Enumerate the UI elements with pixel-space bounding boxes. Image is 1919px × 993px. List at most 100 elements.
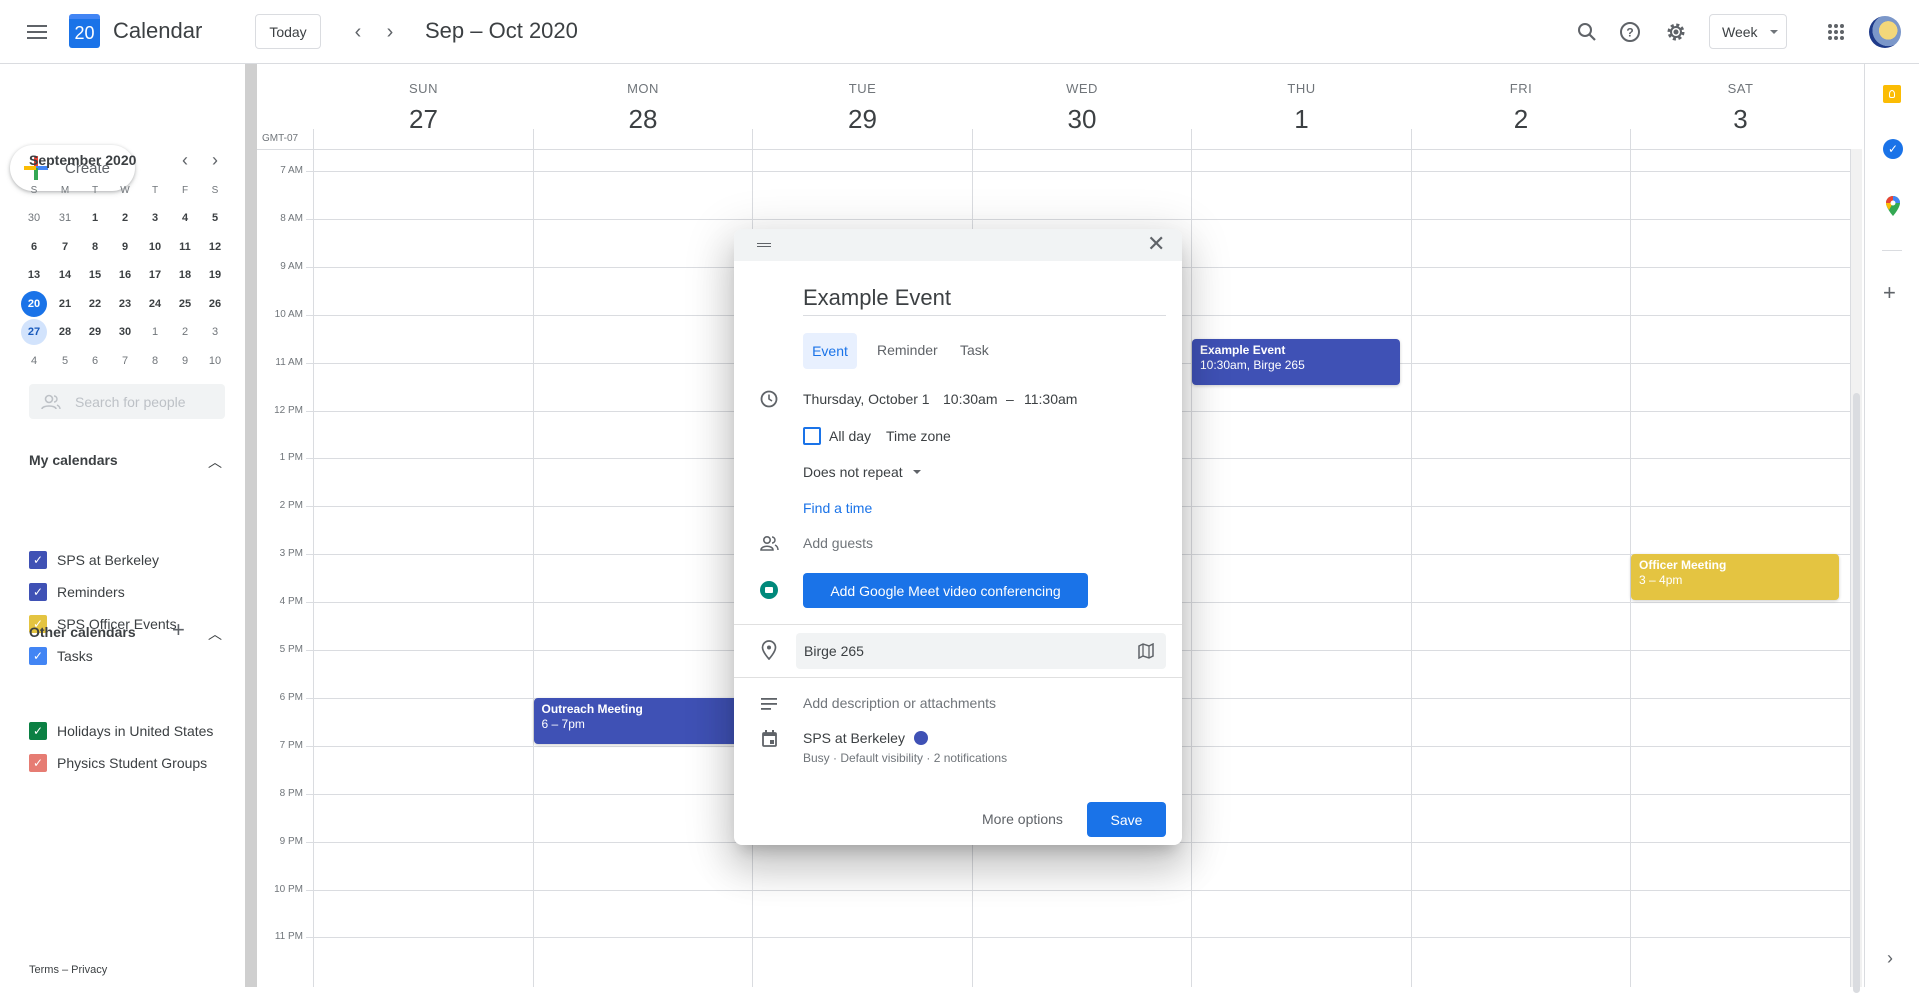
checkbox-check-icon[interactable]: ✓ [29,583,47,601]
mini-day[interactable]: 8 [82,234,108,260]
prev-week-chevron-icon[interactable]: ‹ [344,18,372,46]
grid-scrollbar[interactable] [1851,149,1862,993]
day-number[interactable]: 29 [753,104,972,135]
mini-day[interactable]: 3 [142,205,168,231]
close-icon[interactable]: ✕ [1147,231,1165,257]
mini-day[interactable]: 19 [202,262,228,288]
add-guests-input[interactable]: Add guests [803,535,873,551]
all-day-checkbox[interactable] [803,427,821,445]
calendar-item[interactable]: ✓ Physics Student Groups [29,754,207,772]
day-number[interactable]: 3 [1631,104,1850,135]
event-date[interactable]: Thursday, October 1 [803,391,930,407]
mini-day[interactable]: 5 [202,205,228,231]
event-chip[interactable]: Outreach Meeting 6 – 7pm [533,697,741,744]
mini-day[interactable]: 17 [142,262,168,288]
map-icon[interactable] [1138,643,1154,659]
repeat-dropdown[interactable]: Does not repeat [803,464,921,480]
checkbox-check-icon[interactable]: ✓ [29,551,47,569]
end-time[interactable]: 11:30am [1024,391,1077,407]
next-week-chevron-icon[interactable]: › [376,18,404,46]
help-icon[interactable]: ? [1616,18,1644,46]
apps-icon[interactable] [1822,18,1850,46]
mini-day[interactable]: 3 [202,319,228,345]
other-calendars-collapse-icon[interactable]: ︿ [208,624,222,644]
mini-day[interactable]: 15 [82,262,108,288]
keep-icon[interactable] [1883,85,1901,103]
mini-day[interactable]: 7 [112,348,138,374]
mini-day[interactable]: 27 [21,319,47,345]
mini-day[interactable]: 10 [142,234,168,260]
time-zone-button[interactable]: Time zone [886,428,951,444]
mini-day[interactable]: 13 [21,262,47,288]
expand-panel-chevron-icon[interactable]: › [1887,948,1893,969]
today-button[interactable]: Today [255,14,321,49]
avatar[interactable] [1869,16,1901,48]
calendar-item[interactable]: ✓ Tasks [29,647,93,665]
mini-day[interactable]: 4 [172,205,198,231]
calendar-details[interactable]: Busy · Default visibility · 2 notificati… [803,751,1007,765]
my-calendars-heading[interactable]: My calendars [29,452,118,468]
day-number[interactable]: 1 [1192,104,1411,135]
add-calendar-plus-icon[interactable]: + [172,617,185,643]
start-time[interactable]: 10:30am [943,391,997,407]
view-select[interactable]: Week [1709,14,1787,49]
mini-day[interactable]: 9 [172,348,198,374]
calendar-item[interactable]: ✓ Holidays in United States [29,722,213,740]
terms-privacy-link[interactable]: Terms – Privacy [29,964,107,976]
checkbox-check-icon[interactable]: ✓ [29,754,47,772]
menu-icon[interactable] [22,17,52,47]
other-calendars-heading[interactable]: Other calendars [29,624,136,640]
mini-day[interactable]: 21 [52,291,78,317]
checkbox-check-icon[interactable]: ✓ [29,647,47,665]
checkbox-check-icon[interactable]: ✓ [29,722,47,740]
event-title-input[interactable]: Example Event [803,285,1166,316]
mini-day[interactable]: 22 [82,291,108,317]
mini-day[interactable]: 2 [112,205,138,231]
add-meet-button[interactable]: Add Google Meet video conferencing [803,573,1088,608]
day-number[interactable]: 2 [1412,104,1631,135]
mini-day[interactable]: 7 [52,234,78,260]
drag-handle-icon[interactable] [757,243,771,247]
mini-day[interactable]: 5 [52,348,78,374]
get-addons-plus-icon[interactable]: + [1883,280,1896,306]
mini-day[interactable]: 30 [21,205,47,231]
find-a-time-link[interactable]: Find a time [803,500,872,516]
mini-day[interactable]: 25 [172,291,198,317]
calendar-item[interactable]: ✓ Reminders [29,583,125,601]
mini-day[interactable]: 6 [82,348,108,374]
more-options-button[interactable]: More options [982,811,1063,827]
tab-task[interactable]: Task [960,342,989,358]
sidebar-scrollbar[interactable] [245,64,257,987]
all-day-label[interactable]: All day [829,428,871,444]
mini-day[interactable]: 29 [82,319,108,345]
day-number[interactable]: 30 [973,104,1192,135]
maps-icon[interactable] [1884,195,1902,222]
mini-day[interactable]: 12 [202,234,228,260]
tasks-icon[interactable]: ✓ [1883,139,1903,159]
day-number[interactable]: 28 [534,104,753,135]
mini-day[interactable]: 8 [142,348,168,374]
event-chip[interactable]: Officer Meeting 3 – 4pm [1631,554,1839,601]
mini-day[interactable]: 16 [112,262,138,288]
mini-day[interactable]: 2 [172,319,198,345]
save-button[interactable]: Save [1087,802,1166,837]
tab-event[interactable]: Event [803,333,857,369]
mini-day[interactable]: 26 [202,291,228,317]
mini-day[interactable]: 1 [142,319,168,345]
my-calendars-collapse-icon[interactable]: ︿ [208,452,222,472]
mini-day[interactable]: 30 [112,319,138,345]
mini-day[interactable]: 20 [21,290,47,317]
event-chip[interactable]: Example Event 10:30am, Birge 265 [1192,338,1400,385]
search-icon[interactable] [1573,18,1601,46]
mini-day[interactable]: 18 [172,262,198,288]
mini-day[interactable]: 11 [172,234,198,260]
tab-reminder[interactable]: Reminder [877,342,938,358]
settings-icon[interactable] [1662,18,1690,46]
calendar-item[interactable]: ✓ SPS at Berkeley [29,551,159,569]
mini-day[interactable]: 6 [21,234,47,260]
day-number[interactable]: 27 [314,104,533,135]
mini-day[interactable]: 9 [112,234,138,260]
calendar-selector[interactable]: SPS at Berkeley [803,730,928,746]
mini-day[interactable]: 1 [82,205,108,231]
mini-day[interactable]: 23 [112,291,138,317]
